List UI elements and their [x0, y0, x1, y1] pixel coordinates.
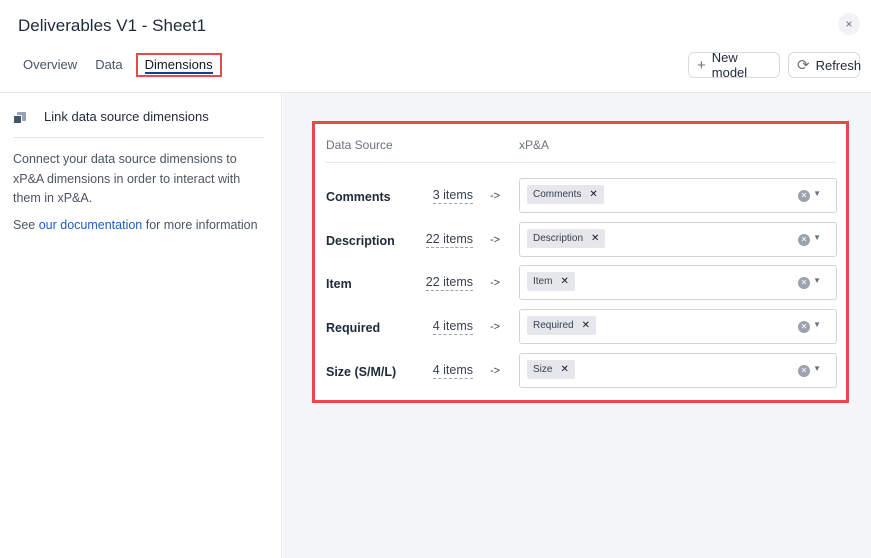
mapping-arrow: ->	[490, 321, 501, 333]
new-model-label: New model	[711, 50, 748, 80]
dimension-mapping-card: Data Source xP&A Comments 3 items -> Com…	[312, 121, 849, 403]
new-model-button[interactable]: + New model	[688, 50, 780, 80]
column-header-xpa: xP&A	[519, 138, 550, 152]
sidebar: Link data source dimensions Connect your…	[0, 93, 282, 558]
mapping-arrow: ->	[490, 277, 501, 289]
items-count-link[interactable]: 4 items	[432, 319, 473, 335]
link-dimensions-icon	[13, 112, 27, 126]
mapping-row-comments: Comments 3 items -> Comments ✕ ✕ ▼	[315, 178, 846, 214]
selected-dimension-chip: Item ✕	[527, 272, 575, 291]
close-button[interactable]: ×	[838, 13, 860, 35]
remove-chip-icon[interactable]: ✕	[591, 233, 599, 244]
refresh-button[interactable]: ⟳ Refresh	[788, 52, 862, 78]
column-header-data-source: Data Source	[326, 138, 393, 152]
chevron-down-icon[interactable]: ▼	[813, 320, 821, 329]
dimension-select[interactable]: Size ✕ ✕ ▼	[519, 353, 837, 388]
selected-dimension-chip: Size ✕	[527, 360, 575, 379]
header-divider	[326, 162, 836, 163]
remove-chip-icon[interactable]: ✕	[560, 276, 568, 287]
doc-note-suffix: for more information	[142, 218, 258, 232]
selected-dimension-chip: Description ✕	[527, 229, 606, 248]
chip-label: Description	[533, 233, 584, 244]
clear-icon[interactable]: ✕	[798, 321, 810, 333]
clear-icon[interactable]: ✕	[798, 277, 810, 289]
doc-note-prefix: See	[13, 218, 39, 232]
chevron-down-icon[interactable]: ▼	[813, 276, 821, 285]
tab-bar: Overview Data Dimensions	[14, 53, 222, 77]
dimension-select[interactable]: Item ✕ ✕ ▼	[519, 265, 837, 300]
items-count-link[interactable]: 3 items	[432, 188, 473, 204]
chevron-down-icon[interactable]: ▼	[813, 364, 821, 373]
source-dimension-name: Description	[326, 234, 395, 248]
refresh-label: Refresh	[815, 57, 862, 73]
sidebar-doc-note: See our documentation for more informati…	[13, 218, 258, 232]
tab-data[interactable]: Data	[86, 53, 131, 77]
source-dimension-name: Required	[326, 321, 381, 335]
items-count-link[interactable]: 4 items	[432, 363, 473, 379]
chip-label: Item	[533, 276, 553, 287]
chevron-down-icon[interactable]: ▼	[813, 233, 821, 242]
items-count-link[interactable]: 22 items	[425, 275, 473, 291]
remove-chip-icon[interactable]: ✕	[589, 189, 597, 200]
sidebar-title: Link data source dimensions	[44, 109, 209, 124]
dimension-select[interactable]: Required ✕ ✕ ▼	[519, 309, 837, 344]
sidebar-description: Connect your data source dimensions to x…	[13, 152, 241, 205]
remove-chip-icon[interactable]: ✕	[582, 320, 590, 331]
source-dimension-name: Size (S/M/L)	[326, 365, 397, 379]
documentation-link[interactable]: our documentation	[39, 218, 143, 232]
mapping-arrow: ->	[490, 234, 501, 246]
close-icon: ×	[845, 17, 853, 31]
selected-dimension-chip: Required ✕	[527, 316, 596, 335]
tab-overview[interactable]: Overview	[14, 53, 86, 77]
tab-dimensions-label: Dimensions	[144, 57, 213, 74]
dimension-select[interactable]: Description ✕ ✕ ▼	[519, 222, 837, 257]
source-dimension-name: Comments	[326, 190, 391, 204]
items-count-link[interactable]: 22 items	[425, 232, 473, 248]
source-dimension-name: Item	[326, 277, 352, 291]
selected-dimension-chip: Comments ✕	[527, 185, 604, 204]
clear-icon[interactable]: ✕	[798, 234, 810, 246]
clear-icon[interactable]: ✕	[798, 190, 810, 202]
chip-label: Required	[533, 320, 574, 331]
remove-chip-icon[interactable]: ✕	[560, 364, 568, 375]
dimension-select[interactable]: Comments ✕ ✕ ▼	[519, 178, 837, 213]
chevron-down-icon[interactable]: ▼	[813, 189, 821, 198]
mapping-arrow: ->	[490, 365, 501, 377]
main-panel: Data Source xP&A Comments 3 items -> Com…	[283, 93, 871, 558]
page-title: Deliverables V1 - Sheet1	[18, 16, 207, 35]
chip-label: Comments	[533, 189, 582, 200]
mapping-arrow: ->	[490, 190, 501, 202]
mapping-row-required: Required 4 items -> Required ✕ ✕ ▼	[315, 309, 846, 345]
chip-label: Size	[533, 364, 553, 375]
plus-icon: +	[697, 56, 706, 74]
mapping-row-description: Description 22 items -> Description ✕ ✕ …	[315, 222, 846, 258]
clear-icon[interactable]: ✕	[798, 365, 810, 377]
refresh-icon: ⟳	[797, 56, 810, 74]
mapping-row-item: Item 22 items -> Item ✕ ✕ ▼	[315, 265, 846, 301]
sidebar-header: Link data source dimensions	[13, 109, 264, 138]
mapping-row-size: Size (S/M/L) 4 items -> Size ✕ ✕ ▼	[315, 353, 846, 389]
tab-dimensions[interactable]: Dimensions	[135, 53, 222, 77]
